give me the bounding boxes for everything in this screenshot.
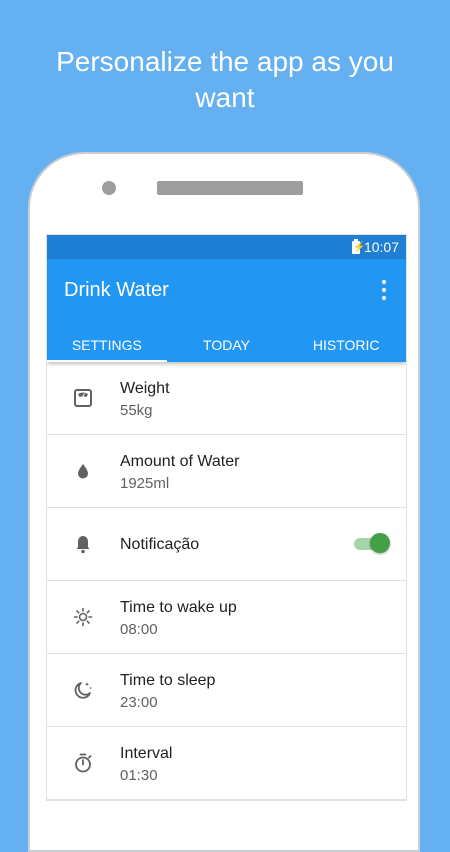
settings-list: Weight 55kg Amount of Water 1925ml Notif… bbox=[47, 362, 406, 800]
setting-interval[interactable]: Interval 01:30 bbox=[47, 727, 406, 800]
setting-label: Time to sleep bbox=[120, 672, 216, 689]
setting-value: 01:30 bbox=[120, 767, 158, 784]
timer-icon bbox=[71, 751, 95, 775]
setting-amount-of-water[interactable]: Amount of Water 1925ml bbox=[47, 435, 406, 508]
setting-label: Time to wake up bbox=[120, 599, 237, 616]
tab-settings[interactable]: SETTINGS bbox=[47, 327, 167, 362]
setting-wake-up-time[interactable]: Time to wake up 08:00 bbox=[47, 581, 406, 654]
speaker-grille bbox=[157, 181, 303, 195]
setting-value: 55kg bbox=[120, 402, 153, 419]
status-time: 10:07 bbox=[363, 239, 399, 255]
setting-value: 1925ml bbox=[120, 475, 170, 492]
setting-label: Weight bbox=[120, 380, 170, 397]
moon-icon bbox=[71, 678, 95, 702]
headline-line-1: Personalize the app as you bbox=[56, 46, 394, 77]
status-bar: ⚡ 10:07 bbox=[47, 235, 406, 259]
setting-label: Notificação bbox=[120, 536, 200, 553]
camera-icon bbox=[102, 181, 116, 195]
setting-notification[interactable]: Notificação bbox=[47, 508, 406, 581]
setting-sleep-time[interactable]: Time to sleep 23:00 bbox=[47, 654, 406, 727]
headline-line-2: want bbox=[195, 82, 255, 113]
setting-value: 23:00 bbox=[120, 694, 158, 711]
toggle-knob bbox=[370, 533, 390, 553]
app-bar: Drink Water SETTINGS TODAY HISTORIC bbox=[47, 259, 406, 362]
water-drop-icon bbox=[71, 459, 95, 483]
more-vert-icon[interactable] bbox=[372, 276, 396, 304]
setting-label: Amount of Water bbox=[120, 453, 240, 470]
tab-bar: SETTINGS TODAY HISTORIC bbox=[47, 327, 406, 362]
headline: Personalize the app as you want bbox=[0, 44, 450, 116]
scale-icon bbox=[71, 386, 95, 410]
setting-label: Interval bbox=[120, 745, 173, 762]
battery-charging-icon: ⚡ bbox=[352, 239, 366, 254]
app-title: Drink Water bbox=[64, 279, 169, 301]
setting-value: 08:00 bbox=[120, 621, 158, 638]
tab-historic[interactable]: HISTORIC bbox=[286, 327, 406, 362]
sun-icon bbox=[71, 605, 95, 629]
phone-screen: ⚡ 10:07 Drink Water SETTINGS TODAY HISTO… bbox=[47, 235, 406, 800]
setting-weight[interactable]: Weight 55kg bbox=[47, 362, 406, 435]
tab-today[interactable]: TODAY bbox=[167, 327, 287, 362]
notification-toggle[interactable] bbox=[354, 533, 390, 555]
bell-icon bbox=[71, 532, 95, 556]
